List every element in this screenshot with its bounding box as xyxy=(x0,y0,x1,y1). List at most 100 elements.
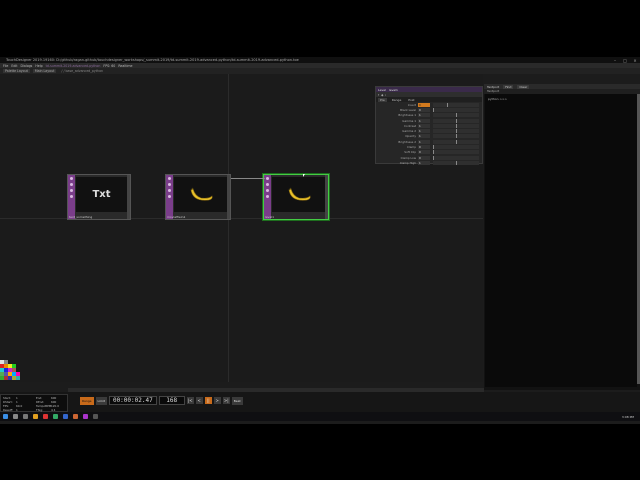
limit-button[interactable]: Limit xyxy=(95,396,107,405)
param-row: Clamp High 1 xyxy=(376,160,482,165)
step-back-button[interactable]: < xyxy=(195,397,203,404)
frame-display[interactable]: 168 xyxy=(158,396,185,405)
param-slider[interactable] xyxy=(433,134,479,139)
node-flag-strip xyxy=(68,175,75,219)
param-label: Black Level xyxy=(400,107,416,112)
flag-icon[interactable]: f xyxy=(378,93,379,97)
param-label: Gamma 1 xyxy=(402,118,416,123)
rewind-button[interactable]: |< xyxy=(186,397,194,404)
textport-console[interactable]: python >>> xyxy=(485,94,637,387)
timecode-display[interactable]: 00:00:02.47 xyxy=(108,396,157,405)
param-label: Contrast xyxy=(404,123,416,128)
node-output-connector[interactable] xyxy=(325,175,328,219)
menu-edit[interactable]: Edit xyxy=(11,64,17,68)
param-slider[interactable] xyxy=(433,129,479,134)
step-forward-button[interactable]: >| xyxy=(222,397,230,404)
param-slider[interactable] xyxy=(433,123,479,128)
transport-controls: Range Limit 00:00:02.47 168 |< < || > >|… xyxy=(80,396,243,405)
node-text-top[interactable]: Txt text_something xyxy=(67,174,131,220)
param-row: Contrast 1 xyxy=(376,123,482,128)
node-wire[interactable] xyxy=(231,178,265,179)
node-moviefilein-top[interactable]: moviefilein1 xyxy=(165,174,231,220)
menu-dialogs[interactable]: Dialogs xyxy=(21,64,33,68)
param-op-name[interactable]: level1 xyxy=(389,88,398,92)
param-slider[interactable] xyxy=(433,150,479,155)
search-icon[interactable] xyxy=(13,414,18,419)
python-icon[interactable]: ◆ xyxy=(381,93,383,97)
param-slider[interactable] xyxy=(433,113,479,118)
find-button[interactable]: Find xyxy=(503,84,514,89)
param-slider[interactable] xyxy=(433,107,479,112)
main-layout-button[interactable]: Main Layout xyxy=(32,69,57,73)
param-row: Invert 0 xyxy=(376,102,482,107)
touchdesigner-icon[interactable] xyxy=(83,414,88,419)
param-value[interactable]: 1 xyxy=(418,139,430,144)
node-level-top[interactable]: level1 xyxy=(263,174,329,220)
param-row: Brightness 11 xyxy=(376,113,482,118)
minimize-icon[interactable]: – xyxy=(610,58,620,63)
param-row: Soft Clip 0 xyxy=(376,150,482,155)
param-value[interactable]: 0 xyxy=(418,107,430,112)
param-value[interactable]: 1 xyxy=(418,129,430,134)
node-label[interactable]: level1 xyxy=(265,215,274,219)
param-slider[interactable] xyxy=(433,145,479,150)
clear-button[interactable]: Clear xyxy=(517,84,530,89)
param-label: Opacity xyxy=(405,134,416,139)
param-value[interactable]: 1 xyxy=(418,160,430,165)
param-slider[interactable] xyxy=(433,160,479,165)
file-explorer-icon[interactable] xyxy=(33,414,38,419)
project-name: td-summit-2019-advanced-python xyxy=(45,63,101,68)
tab-pre[interactable]: Pre xyxy=(378,97,387,102)
param-row: Clamp Low 0 xyxy=(376,155,482,160)
param-value[interactable]: 0 xyxy=(418,155,430,160)
node-label[interactable]: text_something xyxy=(69,215,92,219)
node-output-connector[interactable] xyxy=(227,175,230,219)
param-slider[interactable] xyxy=(433,155,479,160)
windows-taskbar: 3:08 PM xyxy=(0,412,640,421)
pause-button[interactable]: || xyxy=(204,397,212,404)
app-icon[interactable] xyxy=(63,414,68,419)
windows-start-icon[interactable] xyxy=(3,414,8,419)
app-icon[interactable] xyxy=(93,414,98,419)
node-flag-strip xyxy=(264,175,271,219)
param-slider[interactable] xyxy=(433,139,479,144)
app-icon[interactable] xyxy=(73,414,78,419)
app-icon[interactable] xyxy=(53,414,58,419)
close-icon[interactable]: × xyxy=(630,58,640,63)
range-button[interactable]: Range xyxy=(80,396,94,405)
param-value[interactable]: 0 xyxy=(418,102,430,107)
textport-tab[interactable]: Textport xyxy=(487,85,499,89)
menu-file[interactable]: File xyxy=(3,64,8,68)
time-info-panel: Start: 1 End: 600 RStart: 1 REnd: 600 FP… xyxy=(0,394,68,412)
network-path[interactable]: / / base_advanced_python xyxy=(59,69,105,73)
param-op-type: Level xyxy=(378,87,386,92)
chrome-icon[interactable] xyxy=(43,414,48,419)
task-view-icon[interactable] xyxy=(23,414,28,419)
param-slider[interactable] xyxy=(433,102,479,107)
param-row: Gamma 11 xyxy=(376,118,482,123)
param-value[interactable]: 0 xyxy=(418,150,430,155)
info-icon[interactable]: i xyxy=(385,93,386,97)
param-row: Opacity 1 xyxy=(376,134,482,139)
node-flag-strip xyxy=(166,175,173,219)
param-value[interactable]: 0 xyxy=(418,145,430,150)
node-label[interactable]: moviefilein1 xyxy=(167,215,185,219)
taskbar-clock[interactable]: 3:08 PM xyxy=(622,415,640,419)
menu-help[interactable]: Help xyxy=(35,64,42,68)
param-value[interactable]: 1 xyxy=(418,118,430,123)
tab-range[interactable]: Range xyxy=(390,98,404,102)
play-button[interactable]: > xyxy=(213,397,221,404)
palette-layout-button[interactable]: Palette Layout xyxy=(3,69,30,73)
maximize-icon[interactable]: □ xyxy=(620,58,630,63)
param-value[interactable]: 1 xyxy=(418,134,430,139)
param-value[interactable]: 1 xyxy=(418,123,430,128)
beat-button[interactable]: Beat xyxy=(231,396,243,405)
node-output-connector[interactable] xyxy=(127,175,130,219)
palette-swatch[interactable] xyxy=(16,376,20,380)
realtime-toggle[interactable]: Realtime xyxy=(118,64,132,68)
param-value[interactable]: 1 xyxy=(418,113,430,118)
color-palette[interactable] xyxy=(0,360,20,390)
param-row: Black Level 0 xyxy=(376,107,482,112)
tab-post[interactable]: Post xyxy=(406,98,416,102)
param-slider[interactable] xyxy=(433,118,479,123)
